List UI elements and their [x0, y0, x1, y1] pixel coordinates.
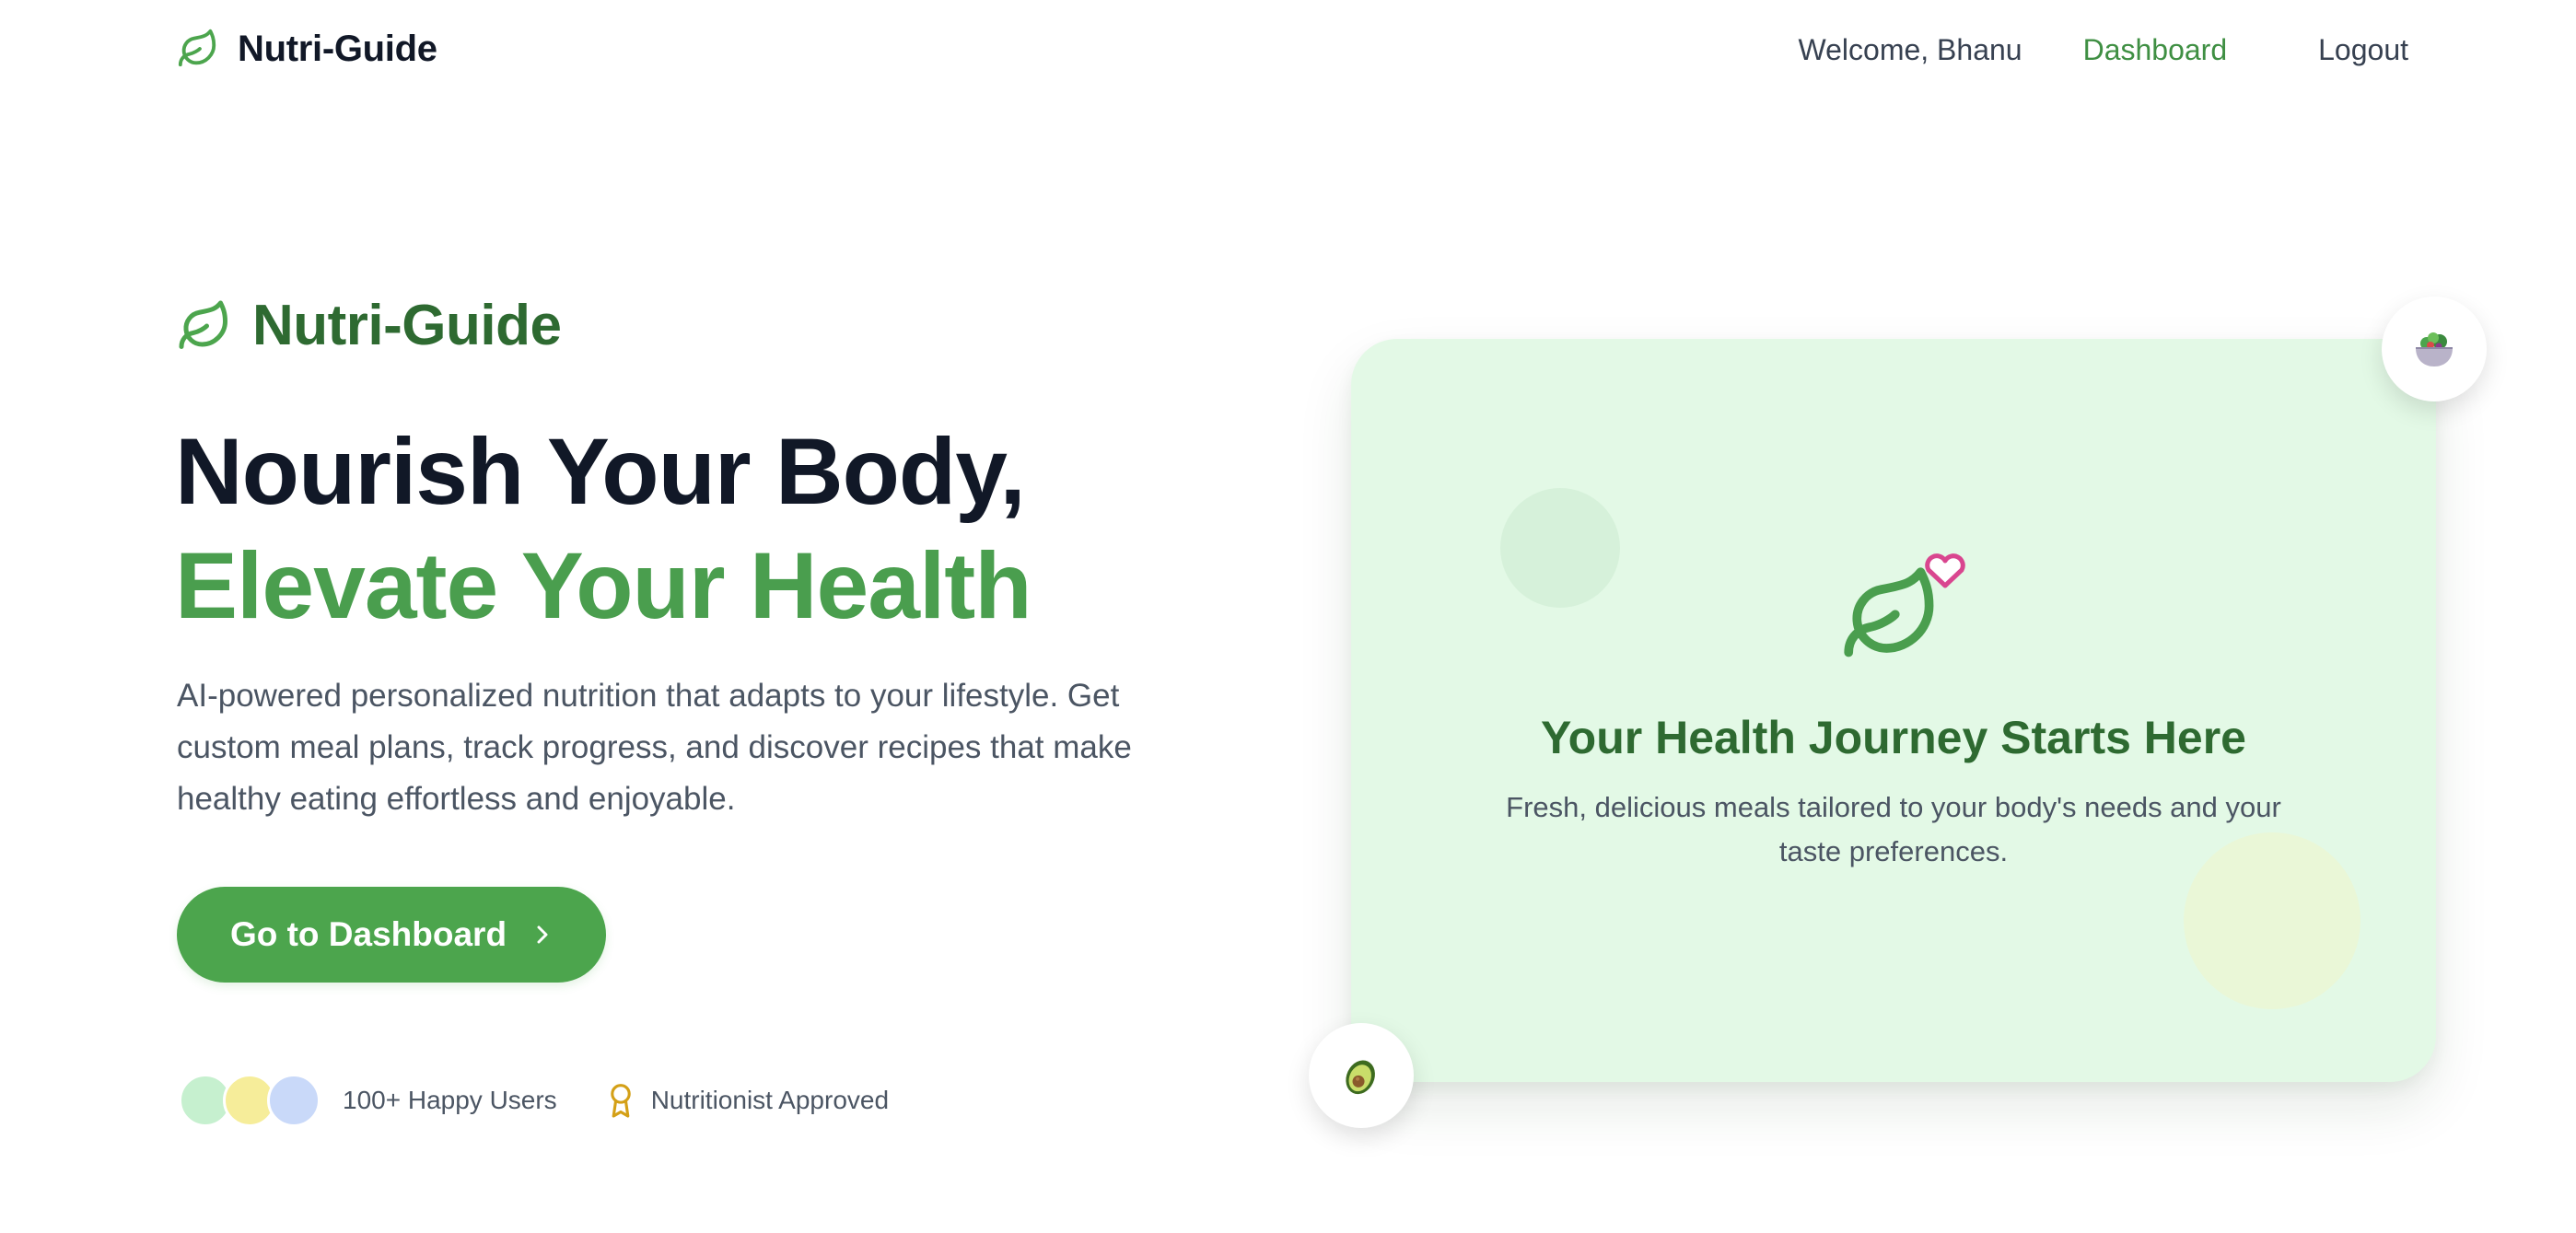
avocado-icon [1335, 1050, 1387, 1101]
nav-logout-link[interactable]: Logout [2318, 33, 2408, 67]
hero-brand: Nutri-Guide [177, 293, 562, 358]
leaf-icon [177, 28, 219, 70]
welcome-text: Welcome, Bhanu [1798, 33, 2022, 66]
avocado-badge [1309, 1023, 1414, 1128]
leaf-heart-icon [1833, 536, 1971, 680]
cta-label: Go to Dashboard [229, 915, 507, 953]
salad-badge [2382, 297, 2487, 401]
headline-line-2: Elevate Your Health [175, 533, 1032, 638]
decorative-circle [1500, 488, 1620, 608]
nav-links: Welcome, Bhanu Dashboard Logout [1798, 33, 2408, 67]
hero-headline: Nourish Your Body, Elevate Your Health [175, 414, 1032, 643]
card-title: Your Health Journey Starts Here [1541, 712, 2246, 763]
hero-description: AI-powered personalized nutrition that a… [177, 678, 1132, 817]
social-proof: 100+ Happy Users Nutritionist Approved [179, 1074, 889, 1127]
award-icon [605, 1082, 636, 1119]
chevron-right-icon [530, 924, 553, 946]
avatar-stack [179, 1074, 321, 1127]
happy-users-text: 100+ Happy Users [343, 1086, 557, 1114]
salad-bowl-icon [2408, 323, 2460, 375]
avatar [267, 1074, 321, 1127]
leaf-icon [177, 298, 232, 354]
nutritionist-approved: Nutritionist Approved [605, 1082, 889, 1119]
approved-text: Nutritionist Approved [650, 1086, 890, 1114]
go-to-dashboard-button[interactable]: Go to Dashboard [177, 887, 606, 983]
nav-brand-name: Nutri-Guide [238, 28, 437, 69]
hero-brand-name: Nutri-Guide [252, 294, 562, 357]
headline-line-1: Nourish Your Body, [175, 419, 1026, 524]
top-nav: Nutri-Guide Welcome, Bhanu Dashboard Log… [0, 0, 2576, 111]
health-journey-card: Your Health Journey Starts Here Fresh, d… [1351, 339, 2436, 1082]
nav-dashboard-link[interactable]: Dashboard [2083, 33, 2228, 67]
nav-brand[interactable]: Nutri-Guide [177, 28, 437, 70]
card-subtitle: Fresh, delicious meals tailored to your … [1506, 791, 2281, 867]
